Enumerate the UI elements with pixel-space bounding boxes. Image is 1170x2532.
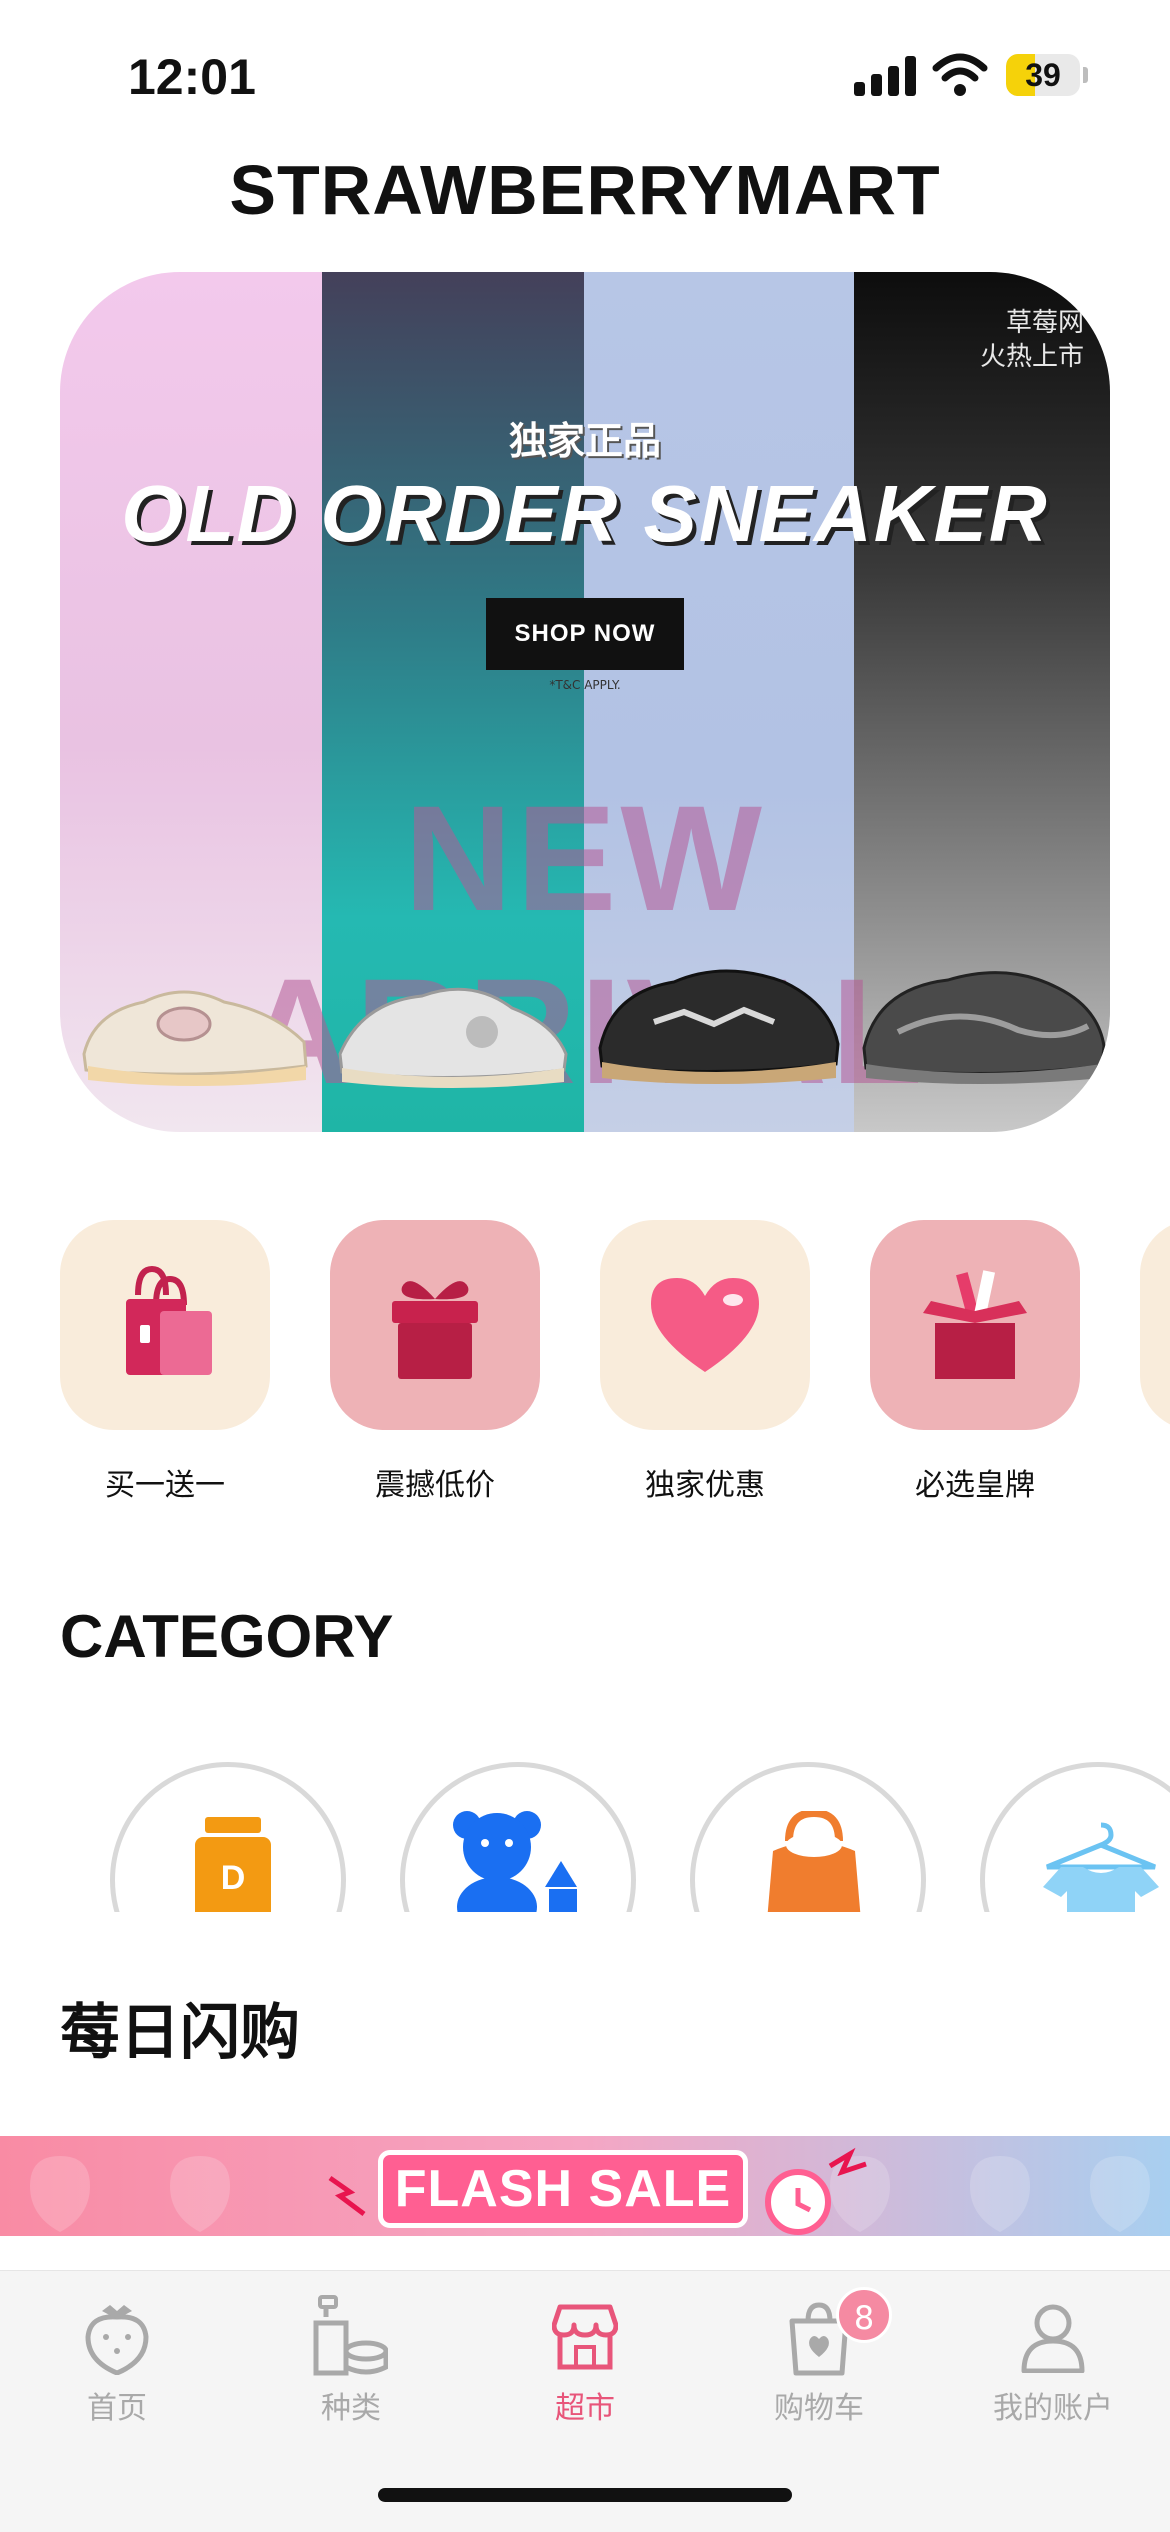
- alarm-clock-icon: [765, 2169, 831, 2235]
- supplement-bottle-icon: D: [195, 1817, 271, 1912]
- promo-label: 必选皇牌: [915, 1468, 1035, 1503]
- category-item-toys[interactable]: [400, 1762, 636, 1912]
- status-time: 12:01: [128, 49, 256, 105]
- svg-text:D: D: [221, 1859, 246, 1897]
- wifi-icon: [932, 53, 988, 96]
- tab-home[interactable]: 首页: [0, 2271, 234, 2451]
- cellular-signal-icon: [854, 56, 916, 96]
- status-bar: 12:01 39: [0, 0, 1170, 150]
- flash-sale-banner[interactable]: FLASH SALE: [0, 2136, 1170, 2236]
- open-gift-box-icon: [923, 1270, 1027, 1379]
- category-item-clothing[interactable]: [980, 1762, 1170, 1912]
- category-item-supplements[interactable]: D: [110, 1762, 346, 1912]
- tab-account[interactable]: 我的账户: [936, 2271, 1170, 2451]
- category-title: CATEGORY: [60, 1603, 394, 1670]
- cart-count-badge: 8: [836, 2287, 892, 2343]
- promo-item-buy-one-get-one[interactable]: 买一送一: [60, 1220, 270, 1520]
- hero-terms: *T&C APPLY.: [549, 678, 621, 692]
- tab-label: 我的账户: [993, 2391, 1113, 2426]
- tab-label: 种类: [321, 2391, 381, 2426]
- clothes-hanger-icon: [1043, 1822, 1159, 1912]
- strawberry-icon: [85, 2305, 149, 2375]
- home-indicator: [378, 2488, 792, 2502]
- hero-subtitle: 独家正品: [508, 419, 661, 463]
- promo-item-partial[interactable]: [1140, 1220, 1170, 1520]
- flash-sale-title: 莓日闪购: [60, 1999, 300, 2066]
- promo-label: 买一送一: [105, 1468, 225, 1503]
- promo-item-top-picks[interactable]: 必选皇牌: [870, 1220, 1080, 1520]
- hero-banner[interactable]: 草莓网 火热上市 独家正品 OLD ORDER SNEAKER SHOP NOW…: [60, 272, 1110, 1132]
- tab-label: 首页: [87, 2391, 147, 2426]
- sneaker-image-silver: [338, 987, 568, 1088]
- store-icon: [552, 2304, 618, 2370]
- sneaker-image-beige: [82, 990, 308, 1086]
- promo-tile: [1140, 1220, 1170, 1430]
- user-icon: [1021, 2304, 1085, 2373]
- promo-item-exclusive-offer[interactable]: 独家优惠: [600, 1220, 810, 1520]
- sneaker-image-gray: [862, 971, 1106, 1084]
- battery-icon: 39: [1006, 54, 1088, 96]
- promo-tile: [870, 1220, 1080, 1430]
- sneaker-image-black-tan: [598, 969, 840, 1084]
- hero-headline: OLD ORDER SNEAKER: [121, 469, 1049, 558]
- tab-label: 超市: [555, 2391, 615, 2426]
- category-row: D: [0, 1740, 1170, 1912]
- promo-label: 震撼低价: [375, 1468, 495, 1503]
- shopping-bags-icon: [126, 1265, 212, 1375]
- tab-category[interactable]: 种类: [234, 2271, 468, 2451]
- tab-label: 购物车: [774, 2391, 864, 2426]
- hero-corner-text: 草莓网 火热上市: [980, 306, 1084, 374]
- battery-level: 39: [1025, 57, 1061, 93]
- cosmetics-icon: [313, 2295, 388, 2376]
- hero-corner-line2: 火热上市: [979, 342, 1084, 372]
- hero-corner-line1: 草莓网: [1005, 308, 1084, 338]
- gift-box-icon: [392, 1281, 478, 1379]
- tab-supermarket[interactable]: 超市: [468, 2271, 702, 2451]
- app-title: STRAWBERRYMART: [229, 151, 941, 229]
- heart-icon: [651, 1278, 759, 1372]
- promo-label: 独家优惠: [645, 1468, 765, 1503]
- promo-tile: [330, 1220, 540, 1430]
- promo-tile: [600, 1220, 810, 1430]
- promo-tile: [60, 1220, 270, 1430]
- category-item-bags[interactable]: [690, 1762, 926, 1912]
- handbag-icon: [767, 1811, 861, 1912]
- shop-now-button[interactable]: SHOP NOW: [486, 598, 684, 670]
- teddy-bear-icon: [453, 1811, 577, 1912]
- tab-cart[interactable]: 8 购物车: [702, 2271, 936, 2451]
- promo-row: 买一送一 震撼低价 独家优惠 必选皇牌: [60, 1220, 1170, 1520]
- promo-item-low-price[interactable]: 震撼低价: [330, 1220, 540, 1520]
- flash-sale-label: FLASH SALE: [378, 2150, 748, 2228]
